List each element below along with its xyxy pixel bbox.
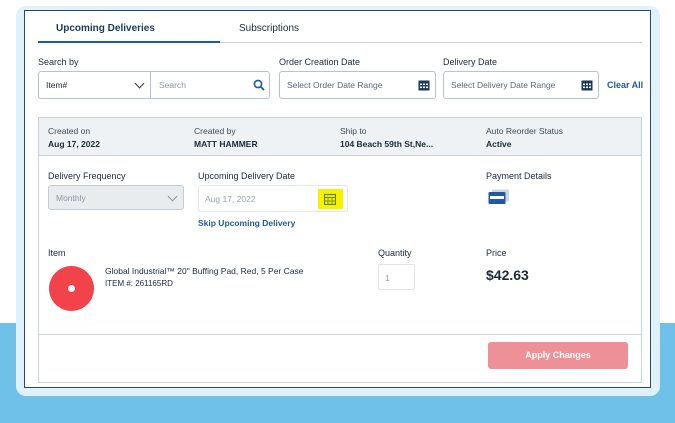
calendar-icon[interactable]	[324, 193, 336, 205]
delivery-frequency-label: Delivery Frequency	[48, 171, 126, 181]
credit-card-icon	[488, 189, 509, 204]
deliveries-panel: Upcoming Deliveries Subscriptions Search…	[24, 10, 651, 388]
delivery-frequency-select[interactable]: Monthly	[48, 185, 184, 210]
clear-all-link[interactable]: Clear All	[607, 80, 643, 90]
search-type-value: Item#	[46, 80, 68, 90]
search-type-select[interactable]: Item#	[39, 72, 151, 98]
search-by-label: Search by	[38, 57, 79, 67]
quantity-column-label: Quantity	[378, 248, 412, 258]
subscription-header: Created on Aug 17, 2022 Created by MATT …	[39, 118, 641, 156]
product-image	[49, 266, 94, 311]
delivery-date-label: Delivery Date	[443, 57, 498, 67]
search-icon[interactable]	[253, 79, 265, 91]
item-column-label: Item	[48, 248, 66, 258]
upcoming-delivery-date-label: Upcoming Delivery Date	[198, 171, 296, 181]
payment-details-label: Payment Details	[486, 171, 552, 181]
ship-to-value: 104 Beach 59th St,Ne...	[340, 139, 434, 149]
delivery-frequency-value: Monthly	[56, 193, 86, 203]
upcoming-delivery-date-input[interactable]: Aug 17, 2022	[198, 185, 348, 212]
footer-divider	[39, 334, 641, 335]
created-by-label: Created by	[194, 126, 236, 136]
price-column-label: Price	[486, 248, 507, 258]
quantity-value: 1	[385, 273, 390, 283]
search-input[interactable]: Search	[159, 80, 186, 90]
item-number: ITEM #: 261165RD	[105, 279, 173, 288]
delivery-date-placeholder: Select Delivery Date Range	[451, 80, 556, 90]
order-creation-date-label: Order Creation Date	[279, 57, 361, 67]
item-price: $42.63	[486, 267, 529, 283]
order-date-placeholder: Select Order Date Range	[287, 80, 383, 90]
delivery-date-range-input[interactable]: Select Delivery Date Range	[443, 71, 599, 99]
item-name: Global Industrial™ 20" Buffing Pad, Red,…	[105, 266, 304, 276]
created-on-label: Created on	[48, 126, 91, 136]
calendar-icon[interactable]	[418, 79, 430, 91]
quantity-input[interactable]: 1	[378, 264, 415, 290]
ship-to-label: Ship to	[340, 126, 367, 136]
subscription-card: Created on Aug 17, 2022 Created by MATT …	[38, 117, 642, 383]
active-tab-indicator	[38, 41, 220, 43]
chevron-down-icon	[134, 78, 145, 89]
calendar-highlight	[318, 189, 343, 209]
created-on-value: Aug 17, 2022	[48, 139, 100, 149]
tab-bar: Upcoming Deliveries Subscriptions	[38, 17, 642, 43]
tab-subscriptions[interactable]: Subscriptions	[239, 23, 299, 34]
calendar-icon[interactable]	[581, 79, 593, 91]
chevron-down-icon	[167, 191, 178, 202]
search-group: Item# Search	[38, 71, 270, 99]
auto-reorder-status-label: Auto Reorder Status	[486, 126, 564, 136]
order-date-range-input[interactable]: Select Order Date Range	[279, 71, 436, 99]
tab-upcoming-deliveries[interactable]: Upcoming Deliveries	[56, 23, 155, 34]
upcoming-delivery-date-value: Aug 17, 2022	[205, 194, 256, 204]
skip-upcoming-delivery-link[interactable]: Skip Upcoming Delivery	[198, 218, 295, 228]
auto-reorder-status-value: Active	[486, 139, 512, 149]
created-by-value: MATT HAMMER	[194, 139, 258, 149]
apply-changes-button[interactable]: Apply Changes	[488, 342, 628, 369]
